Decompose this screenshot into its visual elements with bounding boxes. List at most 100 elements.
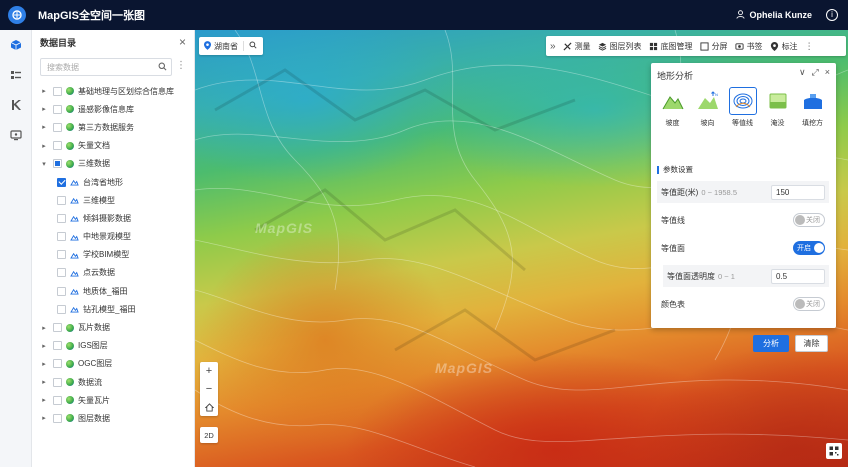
layer-checkbox[interactable] <box>57 232 66 242</box>
panel-expand-icon[interactable]: ⤢ <box>812 67 819 78</box>
tool-contour[interactable]: 等值线 <box>725 87 760 131</box>
catalog-folder[interactable]: ▸ 基础地理与区划综合信息库 <box>32 82 195 100</box>
contour-interval-input[interactable] <box>771 184 825 200</box>
qr-code-button[interactable] <box>826 443 842 459</box>
layer-checkbox[interactable] <box>53 413 62 423</box>
catalog-layer[interactable]: 钻孔模型_福田 <box>32 300 195 318</box>
layer-checkbox[interactable] <box>53 159 62 169</box>
globe-icon <box>66 396 74 405</box>
catalog-folder[interactable]: ▸ 数据流 <box>32 373 195 391</box>
layer-checkbox[interactable] <box>53 104 62 114</box>
caret-right-icon[interactable]: ▸ <box>40 378 48 386</box>
layer-checkbox[interactable] <box>57 177 66 187</box>
layer-checkbox[interactable] <box>53 377 62 387</box>
location-search-icon[interactable] <box>249 41 257 51</box>
caret-right-icon[interactable]: ▸ <box>40 324 48 332</box>
catalog-layer[interactable]: 台湾省地形 <box>32 173 195 191</box>
catalog-folder[interactable]: ▸ 矢量文档 <box>32 137 195 155</box>
toolbar-bookmark[interactable]: 书签 <box>735 41 763 52</box>
layer-checkbox[interactable] <box>57 268 66 278</box>
layer-checkbox[interactable] <box>53 395 62 405</box>
catalog-item-label: 矢量瓦片 <box>78 395 110 405</box>
catalog-layer[interactable]: 三维模型 <box>32 191 195 209</box>
tool-cut-fill[interactable]: 填挖方 <box>795 87 830 131</box>
layer-checkbox[interactable] <box>57 304 66 314</box>
toolbar-basemap[interactable]: 底图管理 <box>649 41 693 52</box>
surface-opacity-input[interactable] <box>771 268 825 284</box>
catalog-close-icon[interactable]: × <box>179 35 186 49</box>
tool-slope[interactable]: 坡度 <box>655 87 690 131</box>
catalog-layer[interactable]: 点云数据 <box>32 264 195 282</box>
pin-icon <box>770 41 778 51</box>
terrain-layer-icon <box>70 307 79 313</box>
layer-checkbox[interactable] <box>53 359 62 369</box>
toolbar-annotation[interactable]: 标注 <box>770 41 798 52</box>
search-icon[interactable] <box>158 62 167 73</box>
caret-down-icon[interactable]: ▾ <box>40 160 48 168</box>
catalog-folder[interactable]: ▸ 瓦片数据 <box>32 318 195 336</box>
catalog-more-icon[interactable]: ⋮ <box>176 61 186 71</box>
analyze-button[interactable]: 分析 <box>753 335 789 352</box>
terrain-map-view[interactable]: MapGIS MapGIS MapGIS 湖南省 » 测量 图层列表 底图管理 … <box>195 30 848 467</box>
terrain-layer-icon <box>70 234 79 241</box>
info-icon[interactable]: i <box>826 9 838 21</box>
catalog-folder[interactable]: ▸ 第三方数据服务 <box>32 118 195 136</box>
layer-checkbox[interactable] <box>53 323 62 333</box>
toolbar-layer-list[interactable]: 图层列表 <box>598 41 642 52</box>
panel-collapse-icon[interactable]: ∨ <box>799 67 806 78</box>
zoom-in-button[interactable]: + <box>200 362 218 380</box>
rail-screen-button[interactable] <box>0 120 32 150</box>
catalog-folder[interactable]: ▸ 矢量瓦片 <box>32 391 195 409</box>
panel-close-icon[interactable]: × <box>825 67 830 78</box>
globe-icon <box>66 323 74 332</box>
catalog-layer[interactable]: 地质体_福田 <box>32 282 195 300</box>
zoom-out-button[interactable]: − <box>200 380 218 398</box>
toolbar-split-screen[interactable]: 分屏 <box>700 41 728 52</box>
caret-right-icon[interactable]: ▸ <box>40 414 48 422</box>
caret-right-icon[interactable]: ▸ <box>40 123 48 131</box>
slope-icon <box>662 96 683 110</box>
layer-checkbox[interactable] <box>53 86 62 96</box>
catalog-item-label: 矢量文档 <box>78 141 110 151</box>
layer-checkbox[interactable] <box>53 122 62 132</box>
color-table-toggle[interactable]: 关闭 <box>793 297 825 311</box>
contour-surface-toggle[interactable]: 开启 <box>793 241 825 255</box>
home-button[interactable] <box>200 398 218 416</box>
user-menu[interactable]: Ophelia Kunze <box>736 0 812 30</box>
toolbar-more-icon[interactable]: ⋮ <box>805 41 814 52</box>
layer-checkbox[interactable] <box>57 195 66 205</box>
caret-right-icon[interactable]: ▸ <box>40 142 48 150</box>
rail-list-button[interactable] <box>0 60 32 90</box>
rail-data-catalog-button[interactable] <box>0 30 32 60</box>
tool-flood[interactable]: 淹没 <box>760 87 795 131</box>
layer-checkbox[interactable] <box>57 286 66 296</box>
catalog-folder[interactable]: ▸ 图层数据 <box>32 409 195 427</box>
toolbar-collapse-icon[interactable]: » <box>550 41 556 52</box>
layer-checkbox[interactable] <box>57 250 66 260</box>
contour-icon <box>733 93 752 109</box>
catalog-folder[interactable]: ▸ IGS图层 <box>32 337 195 355</box>
caret-right-icon[interactable]: ▸ <box>40 105 48 113</box>
layer-checkbox[interactable] <box>53 341 62 351</box>
tool-aspect[interactable]: N 坡向 <box>690 87 725 131</box>
catalog-search-input[interactable] <box>47 62 157 72</box>
caret-right-icon[interactable]: ▸ <box>40 396 48 404</box>
layer-checkbox[interactable] <box>57 213 66 223</box>
caret-right-icon[interactable]: ▸ <box>40 360 48 368</box>
layer-checkbox[interactable] <box>53 141 62 151</box>
caret-right-icon[interactable]: ▸ <box>40 342 48 350</box>
catalog-folder[interactable]: ▸ OGC图层 <box>32 355 195 373</box>
location-selector[interactable]: 湖南省 <box>199 37 263 55</box>
catalog-layer[interactable]: 中地景观模型 <box>32 228 195 246</box>
contour-line-toggle[interactable]: 关闭 <box>793 213 825 227</box>
clear-button[interactable]: 清除 <box>795 335 828 352</box>
catalog-layer[interactable]: 倾斜摄影数据 <box>32 209 195 227</box>
caret-right-icon[interactable]: ▸ <box>40 87 48 95</box>
toggle-2d-button[interactable]: 2D <box>200 427 218 443</box>
catalog-folder[interactable]: ▾ 三维数据 <box>32 155 195 173</box>
rail-analysis-button[interactable] <box>0 90 32 120</box>
catalog-layer[interactable]: 学校BIM模型 <box>32 246 195 264</box>
map-watermark: MapGIS <box>435 360 494 376</box>
catalog-folder[interactable]: ▸ 遥感影像信息库 <box>32 100 195 118</box>
toolbar-measure[interactable]: 测量 <box>563 41 591 52</box>
